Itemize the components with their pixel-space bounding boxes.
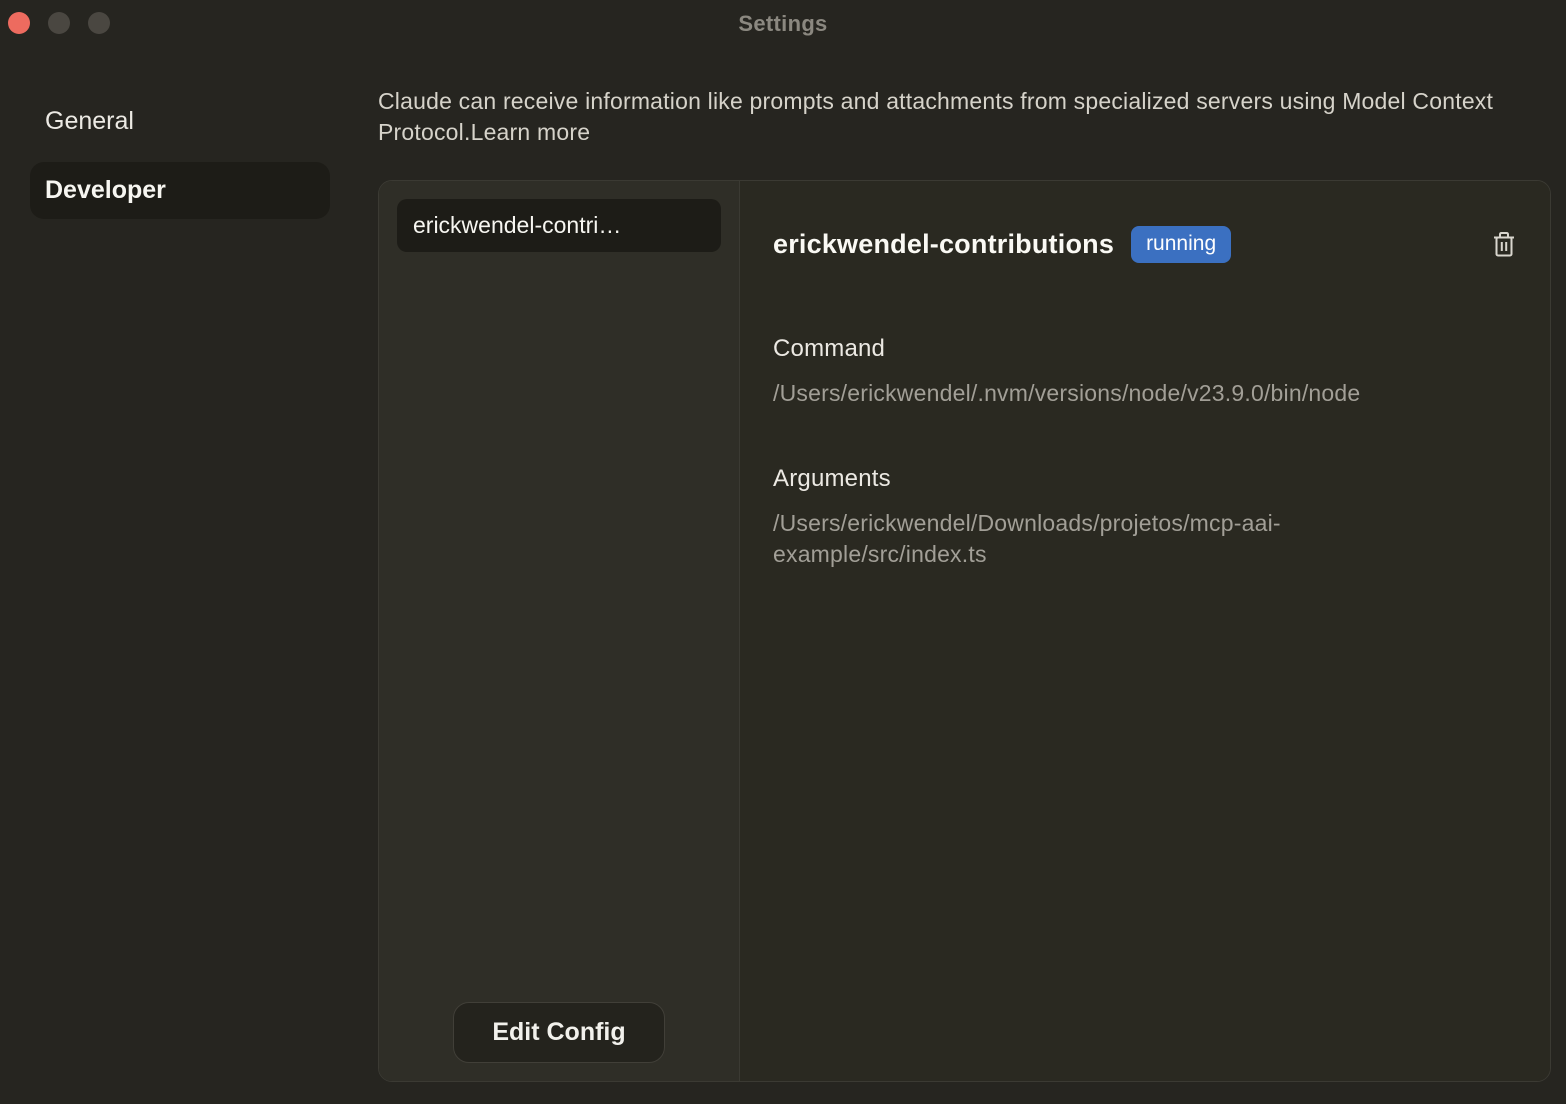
learn-more-link[interactable]: Learn more: [471, 119, 591, 145]
close-button[interactable]: [8, 12, 30, 34]
command-label: Command: [773, 335, 1517, 363]
window-title: Settings: [0, 11, 1566, 37]
settings-window: Settings General Developer Claude can re…: [0, 0, 1566, 1104]
traffic-lights: [8, 12, 110, 34]
arguments-value: /Users/erickwendel/Downloads/projetos/mc…: [773, 508, 1413, 570]
server-detail-header: erickwendel-contributions running: [773, 226, 1517, 263]
status-badge: running: [1131, 226, 1231, 263]
developer-settings-main: Claude can receive information like prom…: [378, 48, 1566, 1104]
settings-body: General Developer Claude can receive inf…: [0, 48, 1566, 1104]
command-section: Command /Users/erickwendel/.nvm/versions…: [773, 335, 1517, 409]
server-list-item[interactable]: erickwendel-contri…: [397, 199, 721, 252]
server-detail: erickwendel-contributions running: [740, 181, 1550, 1081]
edit-config-button[interactable]: Edit Config: [453, 1002, 664, 1063]
command-value: /Users/erickwendel/.nvm/versions/node/v2…: [773, 378, 1413, 409]
maximize-button[interactable]: [88, 12, 110, 34]
arguments-section: Arguments /Users/erickwendel/Downloads/p…: [773, 465, 1517, 570]
sidebar-item-general[interactable]: General: [30, 93, 330, 150]
delete-server-button[interactable]: [1491, 231, 1517, 259]
mcp-servers-panel: erickwendel-contri… Edit Config erickwen…: [378, 180, 1551, 1082]
minimize-button[interactable]: [48, 12, 70, 34]
sidebar-item-developer[interactable]: Developer: [30, 162, 330, 219]
trash-icon: [1492, 231, 1516, 258]
server-name: erickwendel-contributions: [773, 229, 1114, 260]
server-list: erickwendel-contri… Edit Config: [379, 181, 740, 1081]
titlebar: Settings: [0, 0, 1566, 48]
arguments-label: Arguments: [773, 465, 1517, 493]
sidebar: General Developer: [0, 48, 378, 1104]
mcp-description: Claude can receive information like prom…: [378, 86, 1551, 148]
